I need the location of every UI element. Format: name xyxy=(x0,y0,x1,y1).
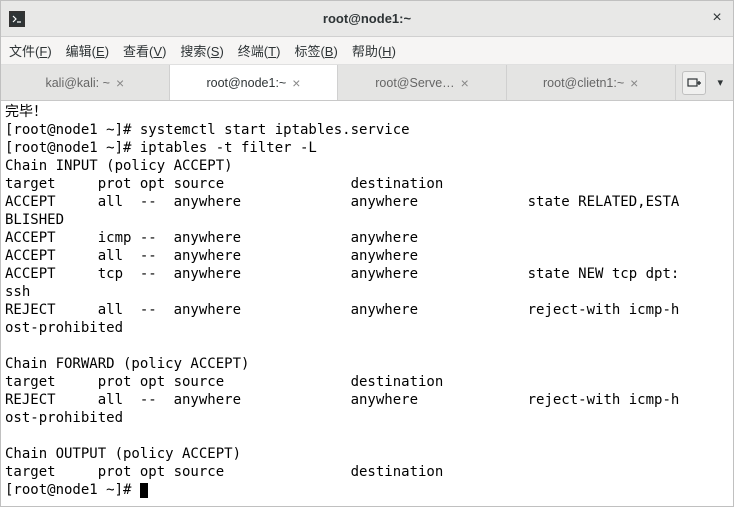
tab-clietn1[interactable]: root@clietn1:~ × xyxy=(507,65,676,100)
tabbar-controls: ▾ xyxy=(676,65,734,100)
close-icon[interactable]: × xyxy=(292,76,300,90)
close-icon[interactable]: × xyxy=(630,76,638,90)
tab-label: root@clietn1:~ xyxy=(543,76,624,90)
terminal-output[interactable]: 完毕！ [root@node1 ~]# systemctl start ipta… xyxy=(1,101,733,506)
titlebar: root@node1:~ × xyxy=(1,1,733,37)
tab-kali[interactable]: kali@kali: ~ × xyxy=(1,65,170,100)
menu-help[interactable]: 帮助(H) xyxy=(352,41,396,60)
tab-server[interactable]: root@Serve… × xyxy=(338,65,507,100)
terminal-app-icon xyxy=(9,11,25,27)
menu-edit[interactable]: 编辑(E) xyxy=(66,41,109,60)
close-icon[interactable]: × xyxy=(709,11,725,27)
new-tab-button[interactable] xyxy=(682,71,706,95)
close-icon[interactable]: × xyxy=(461,76,469,90)
tabbar: kali@kali: ~ × root@node1:~ × root@Serve… xyxy=(1,65,733,101)
close-icon[interactable]: × xyxy=(116,76,124,90)
tab-label: root@node1:~ xyxy=(206,76,286,90)
menu-tabs[interactable]: 标签(B) xyxy=(294,41,337,60)
new-tab-icon xyxy=(687,76,701,90)
tab-label: root@Serve… xyxy=(375,76,454,90)
tab-node1[interactable]: root@node1:~ × xyxy=(170,65,339,100)
menu-view[interactable]: 查看(V) xyxy=(123,41,166,60)
chevron-down-icon[interactable]: ▾ xyxy=(714,76,728,89)
tab-label: kali@kali: ~ xyxy=(45,76,109,90)
menu-search[interactable]: 搜索(S) xyxy=(180,41,223,60)
menu-terminal[interactable]: 终端(T) xyxy=(238,41,281,60)
cursor xyxy=(140,483,148,498)
menu-file[interactable]: 文件(F) xyxy=(9,41,52,60)
window-title: root@node1:~ xyxy=(1,11,733,26)
menubar: 文件(F) 编辑(E) 查看(V) 搜索(S) 终端(T) 标签(B) 帮助(H… xyxy=(1,37,733,65)
